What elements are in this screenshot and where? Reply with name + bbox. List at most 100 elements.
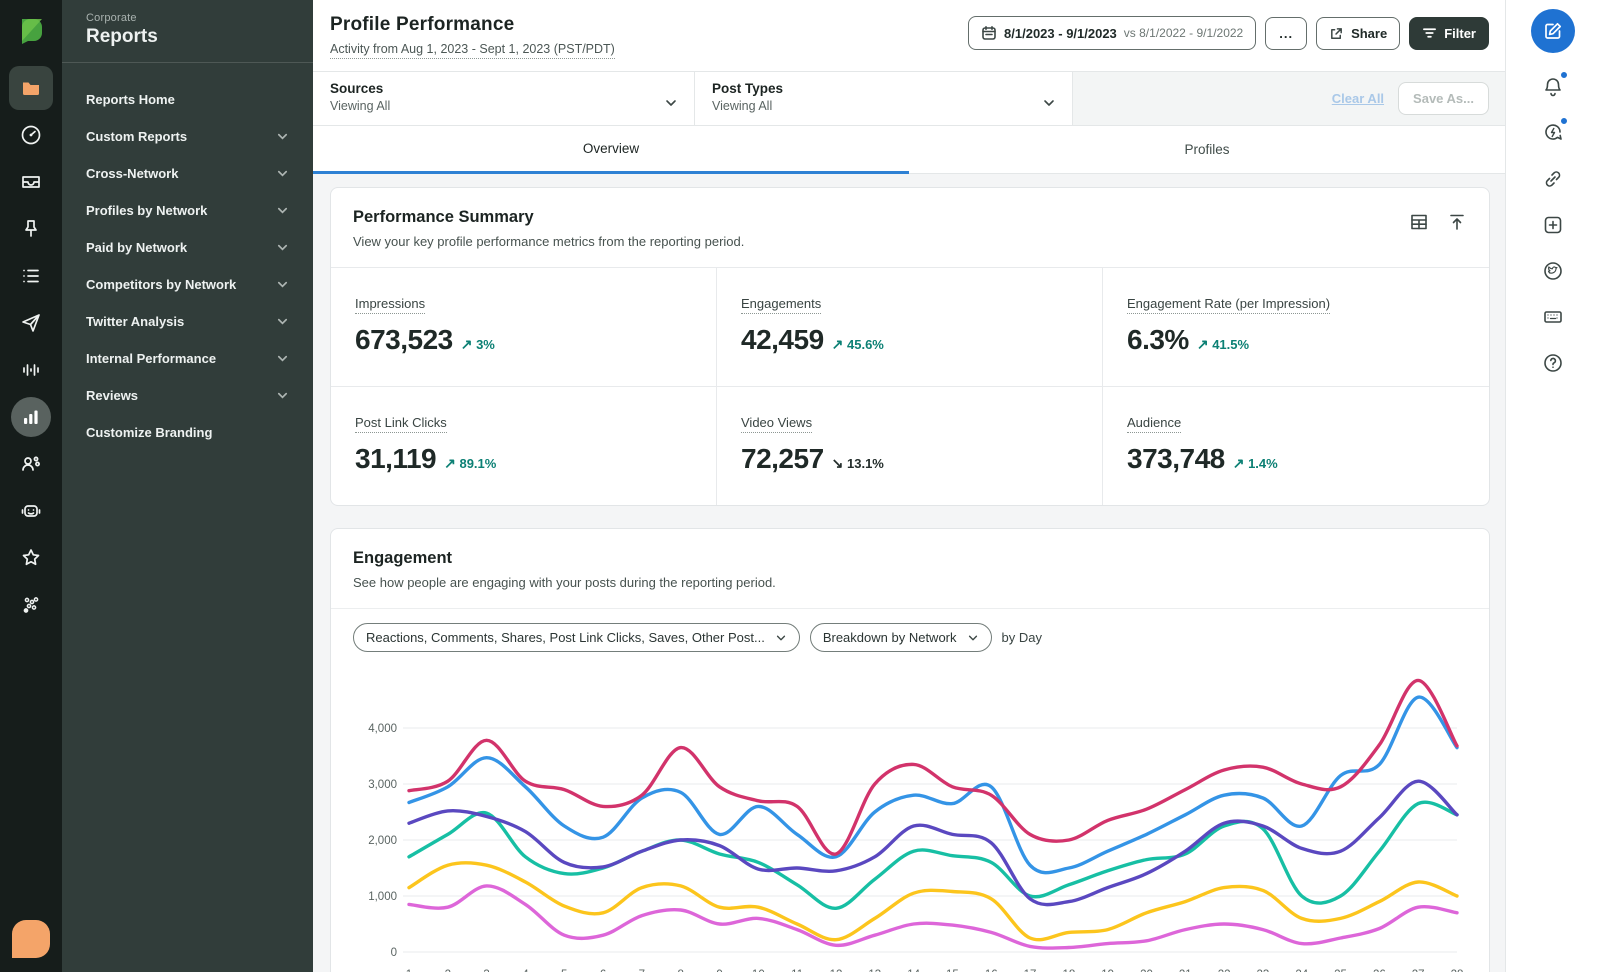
chevron-down-icon	[968, 635, 977, 640]
more-options-button[interactable]: ...	[1265, 16, 1308, 50]
metric-label[interactable]: Engagements	[741, 296, 822, 314]
sidebar-item-cross-network[interactable]: Cross-Network	[62, 155, 313, 192]
chevron-down-icon	[776, 635, 785, 640]
trend-up-icon: ↗	[1196, 336, 1209, 352]
sidebar-item-custom-reports[interactable]: Custom Reports	[62, 118, 313, 155]
sidebar-item-internal-performance[interactable]: Internal Performance	[62, 340, 313, 377]
keyboard-shortcuts-icon[interactable]	[1531, 295, 1575, 339]
sources-dropdown[interactable]: Sources Viewing All	[313, 72, 695, 125]
sidebar-item-label: Paid by Network	[86, 240, 188, 255]
sidebar-item-profiles-by-network[interactable]: Profiles by Network	[62, 192, 313, 229]
dashboard-gauge-icon[interactable]	[9, 113, 53, 157]
trend-up-icon: ↗	[460, 336, 473, 352]
sidebar-item-paid-by-network[interactable]: Paid by Network	[62, 229, 313, 266]
publish-send-icon[interactable]	[9, 301, 53, 345]
export-icon[interactable]	[1447, 212, 1467, 232]
audience-people-icon[interactable]	[9, 442, 53, 486]
summary-subtitle: View your key profile performance metric…	[353, 234, 745, 249]
breakdown-select[interactable]: Breakdown by Network	[809, 623, 992, 652]
metric-label[interactable]: Engagement Rate (per Impression)	[1127, 296, 1331, 314]
main-content: Profile Performance Activity from Aug 1,…	[313, 0, 1505, 972]
metric-post-link-clicks: Post Link Clicks 31,119 ↗ 89.1%	[331, 387, 717, 505]
list-icon[interactable]	[9, 254, 53, 298]
table-view-icon[interactable]	[1409, 212, 1429, 232]
metric-video-views: Video Views 72,257 ↘ 13.1%	[717, 387, 1103, 505]
sidebar-item-label: Profiles by Network	[86, 203, 208, 218]
metric-label[interactable]: Video Views	[741, 415, 813, 433]
share-button[interactable]: Share	[1316, 16, 1401, 50]
chevron-down-icon	[277, 133, 288, 140]
metric-value: 31,119	[355, 443, 437, 474]
reviews-star-icon[interactable]	[9, 536, 53, 580]
sidebar-item-twitter-analysis[interactable]: Twitter Analysis	[62, 303, 313, 340]
metric-value: 373,748	[1127, 443, 1225, 474]
app-window: Corporate Reports Reports Home Custom Rep…	[0, 0, 1600, 972]
metric-value: 42,459	[741, 324, 824, 355]
activity-range-text[interactable]: Activity from Aug 1, 2023 - Sept 1, 2023…	[330, 42, 615, 59]
save-as-button[interactable]: Save As...	[1398, 82, 1489, 115]
summary-title: Performance Summary	[353, 208, 534, 226]
sidebar-item-customize-branding[interactable]: Customize Branding	[62, 414, 313, 451]
sidebar-item-label: Customize Branding	[86, 425, 213, 440]
metric-delta: ↗ 3%	[460, 336, 495, 352]
metric-impressions: Impressions 673,523 ↗ 3%	[331, 268, 717, 387]
trend-up-icon: ↗	[444, 455, 456, 471]
pin-icon[interactable]	[9, 207, 53, 251]
filter-button[interactable]: Filter	[1409, 16, 1489, 50]
notifications-bell-icon[interactable]	[1531, 65, 1575, 109]
twitter-listening-icon[interactable]	[1531, 249, 1575, 293]
sidebar-item-competitors-by-network[interactable]: Competitors by Network	[62, 266, 313, 303]
date-range-button[interactable]: 8/1/2023 - 9/1/2023 vs 8/1/2022 - 9/1/20…	[968, 16, 1257, 50]
metric-delta: ↘ 13.1%	[831, 455, 884, 471]
filter-row: Sources Viewing All Post Types Viewing A…	[313, 71, 1505, 126]
notification-dot	[1560, 71, 1568, 79]
metric-delta: ↗ 1.4%	[1232, 455, 1278, 471]
sidebar-item-reports-home[interactable]: Reports Home	[62, 81, 313, 118]
sidebar-item-label: Twitter Analysis	[86, 314, 185, 329]
messages-flash-icon[interactable]	[1531, 111, 1575, 155]
sidebar-item-reviews[interactable]: Reviews	[62, 377, 313, 414]
metric-label[interactable]: Post Link Clicks	[355, 415, 447, 433]
y-axis-tick: 2,000	[368, 835, 397, 847]
metric-select[interactable]: Reactions, Comments, Shares, Post Link C…	[353, 623, 800, 652]
granularity-label: by Day	[1001, 630, 1042, 645]
metric-label[interactable]: Audience	[1127, 415, 1182, 433]
chevron-down-icon	[277, 318, 288, 325]
sidebar-item-label: Internal Performance	[86, 351, 217, 366]
chevron-down-icon	[277, 207, 288, 214]
bot-icon[interactable]	[9, 489, 53, 533]
engagement-controls: Reactions, Comments, Shares, Post Link C…	[331, 608, 1489, 666]
reports-bar-chart-icon[interactable]	[9, 395, 53, 439]
user-avatar[interactable]	[12, 920, 50, 958]
chevron-down-icon	[277, 281, 288, 288]
nav-eyebrow: Corporate	[86, 12, 137, 24]
reports-folder-icon[interactable]	[9, 66, 53, 110]
share-icon	[1331, 27, 1342, 39]
help-icon[interactable]	[1531, 341, 1575, 385]
metric-label[interactable]: Impressions	[355, 296, 426, 314]
notification-dot	[1560, 117, 1568, 125]
page-title: Profile Performance	[330, 14, 515, 35]
compose-button[interactable]	[1531, 9, 1575, 53]
sidebar-item-label: Reviews	[86, 388, 139, 403]
link-icon[interactable]	[1531, 157, 1575, 201]
y-axis-tick: 1,000	[368, 891, 397, 903]
inbox-icon[interactable]	[9, 160, 53, 204]
post-types-dropdown[interactable]: Post Types Viewing All	[695, 72, 1073, 125]
metric-value: 673,523	[355, 324, 453, 355]
trend-up-icon: ↗	[1232, 455, 1245, 471]
chevron-down-icon	[277, 244, 288, 251]
sprout-logo-icon[interactable]	[13, 12, 49, 48]
performance-summary-card: Performance Summary View your key profil…	[330, 187, 1490, 506]
listening-waveform-icon[interactable]	[9, 348, 53, 392]
apps-dots-icon[interactable]	[9, 583, 53, 627]
add-new-icon[interactable]	[1531, 203, 1575, 247]
metric-value: 72,257	[741, 443, 824, 474]
clear-all-link[interactable]: Clear All	[1332, 91, 1384, 106]
tab-overview[interactable]: Overview	[313, 126, 909, 174]
metrics-grid: Impressions 673,523 ↗ 3% Engagements 42,459 ↗…	[331, 267, 1489, 505]
calendar-icon	[982, 26, 996, 40]
metric-value: 6.3%	[1127, 324, 1189, 355]
sidebar-item-label: Cross-Network	[86, 166, 179, 181]
tab-profiles[interactable]: Profiles	[909, 126, 1505, 174]
